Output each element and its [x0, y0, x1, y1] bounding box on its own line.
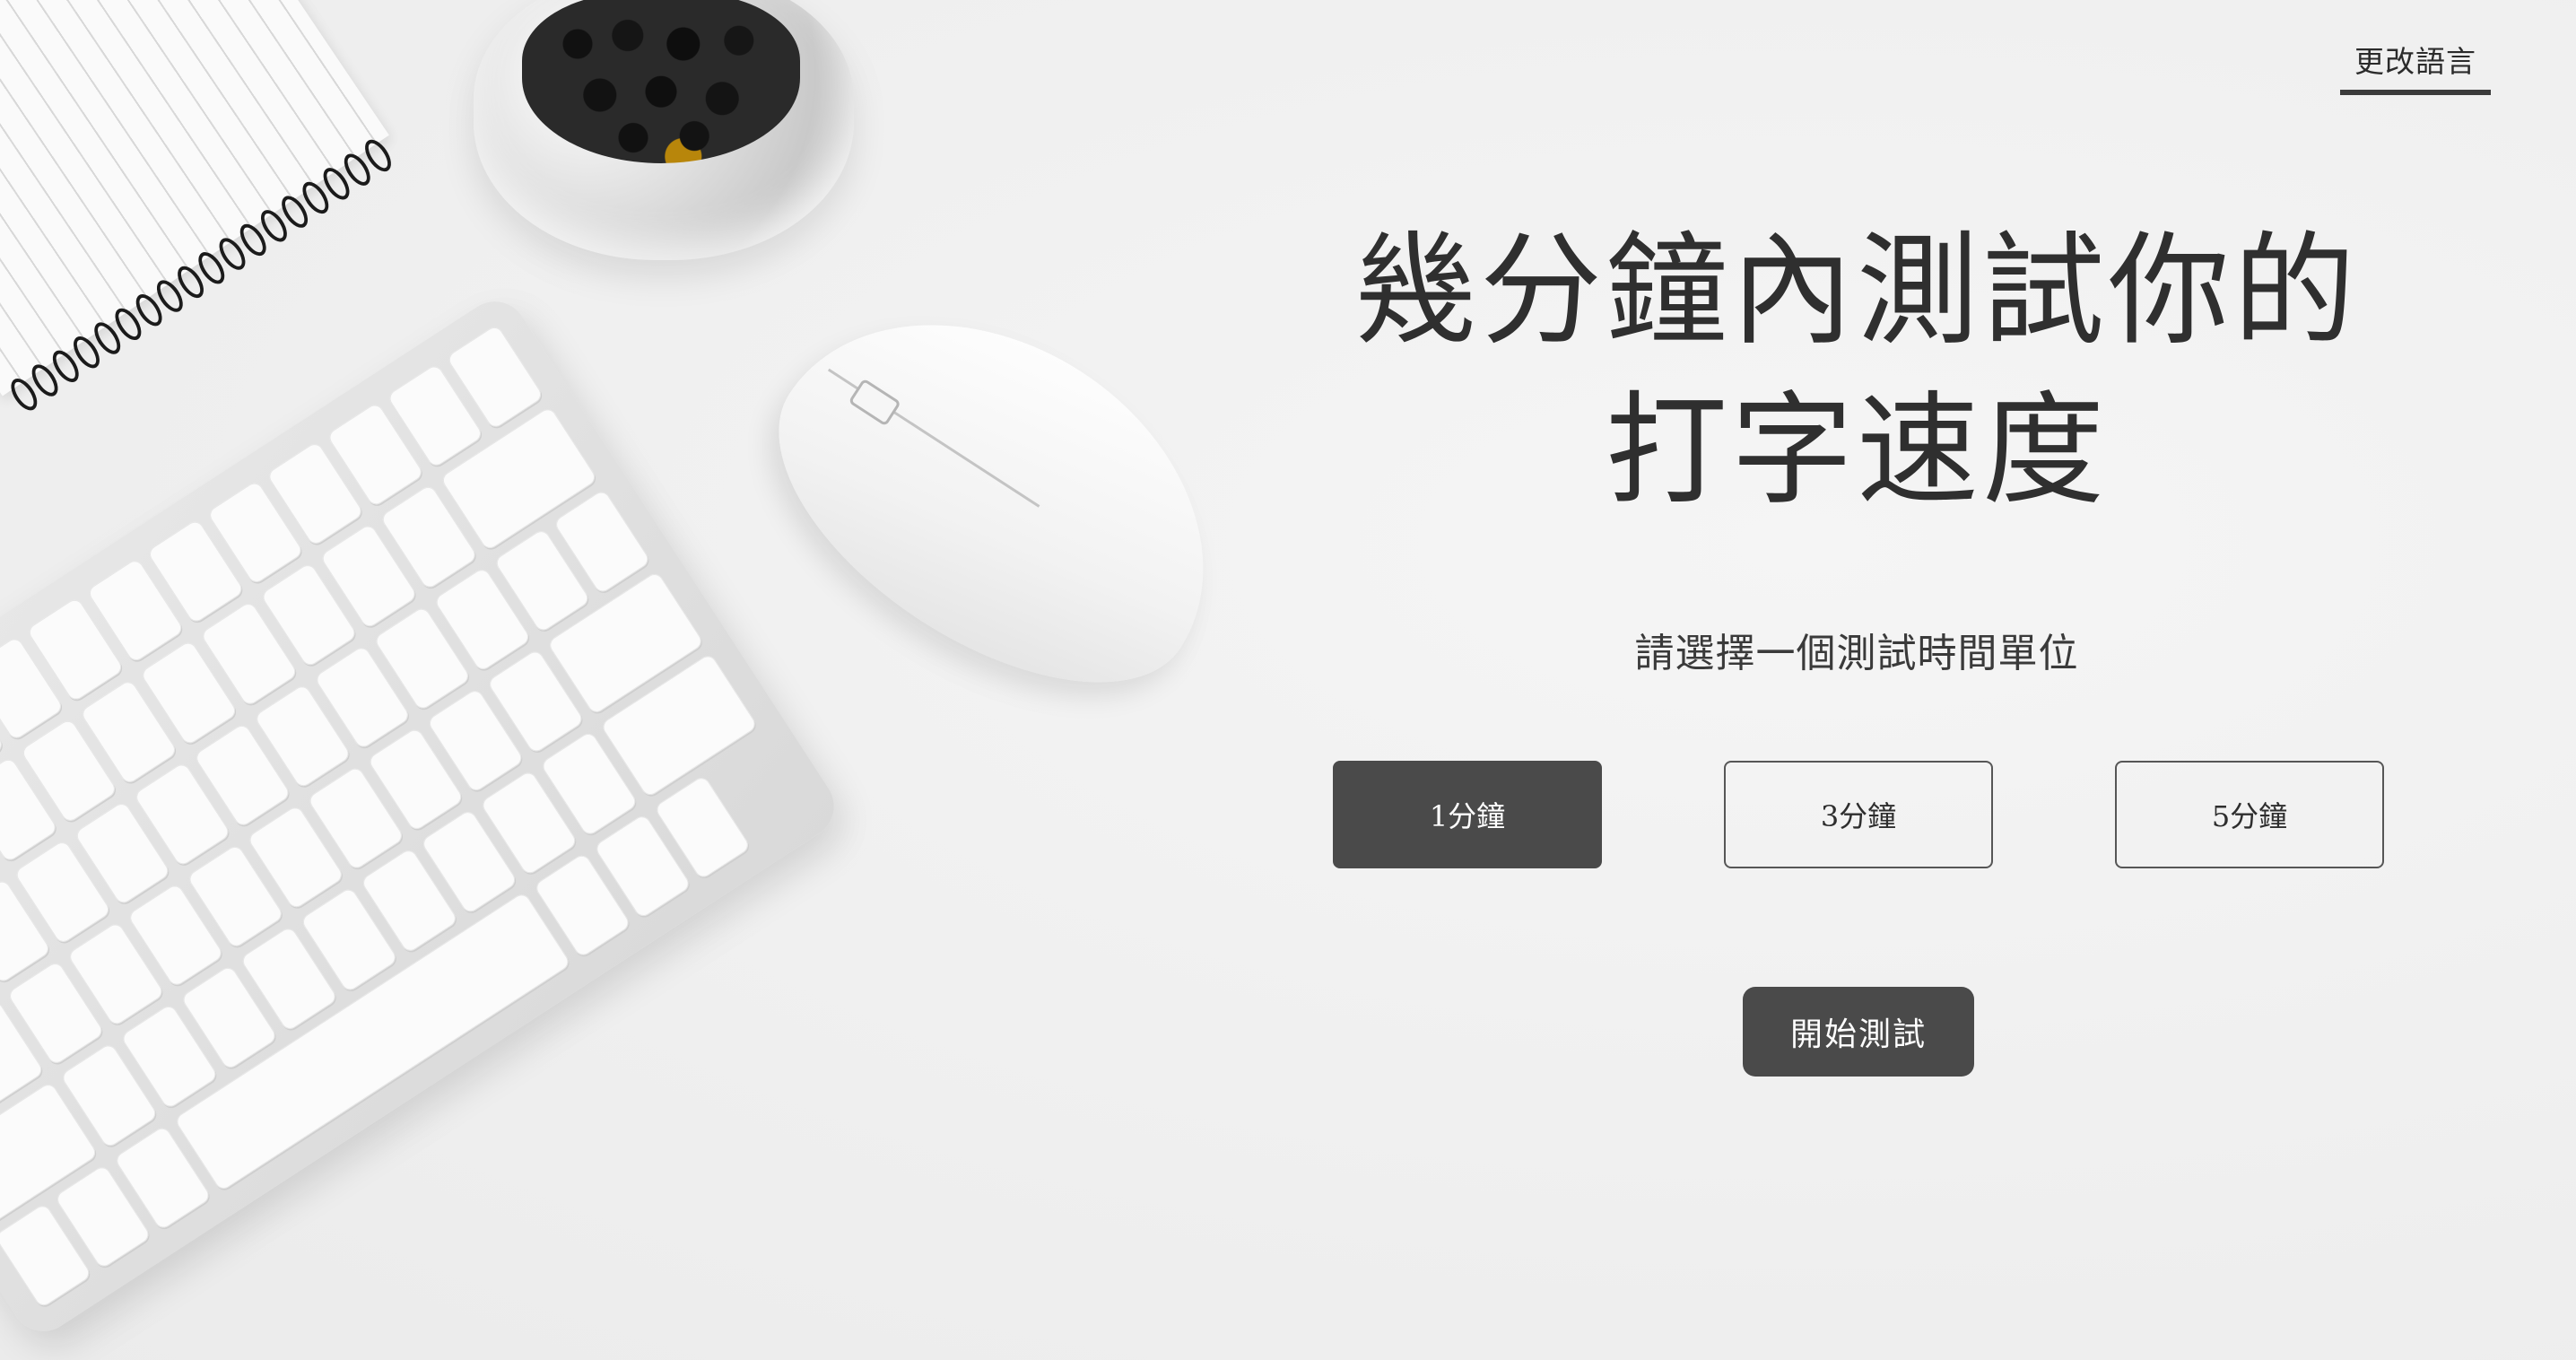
change-language-link[interactable]: 更改語言: [2340, 32, 2491, 95]
time-option-3-minute-button[interactable]: 3分鐘: [1724, 761, 1993, 868]
time-option-group: 1分鐘 3分鐘 5分鐘: [1333, 761, 2384, 868]
mouse-image: [725, 245, 1277, 747]
start-test-button[interactable]: 開始測試: [1743, 987, 1974, 1077]
page-title-line-1: 幾分鐘內測試你的: [1354, 221, 2359, 362]
time-unit-prompt: 請選擇一個測試時間單位: [1634, 631, 2079, 676]
hero-section: 幾分鐘內測試你的 打字速度 請選擇一個測試時間單位: [1327, 212, 2386, 678]
pin-cup-image: [474, 0, 854, 260]
time-option-1-minute-button[interactable]: 1分鐘: [1333, 761, 1602, 868]
page-root: 更改語言 幾分鐘內測試你的 打字速度 請選擇一個測試時間單位 1分鐘 3分鐘 5…: [0, 0, 2576, 1360]
push-pins: [522, 0, 800, 163]
keyboard-image: [0, 289, 847, 1344]
page-title: 幾分鐘內測試你的 打字速度: [1327, 212, 2386, 531]
time-option-5-minute-button[interactable]: 5分鐘: [2115, 761, 2384, 868]
keyboard-keys: [0, 324, 812, 1309]
page-title-line-2: 打字速度: [1606, 380, 2108, 522]
